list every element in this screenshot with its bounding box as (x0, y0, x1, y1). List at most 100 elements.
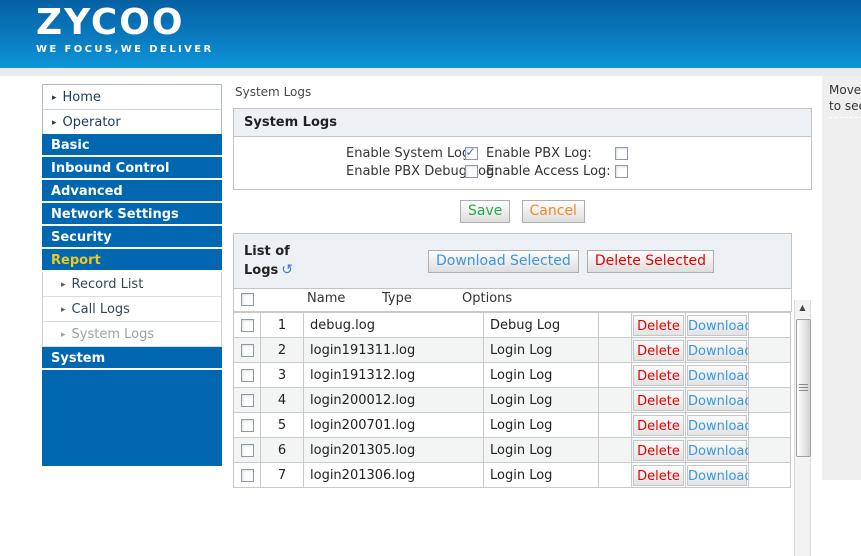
delete-button[interactable]: Delete (633, 389, 684, 411)
delete-button[interactable]: Delete (633, 364, 684, 386)
header-divider-strip (0, 68, 861, 76)
log-type: Debug Log (483, 312, 599, 338)
enable-system-log-checkbox[interactable] (464, 145, 478, 160)
chevron-right-icon: ▸ (61, 280, 66, 290)
list-of-logs-header: List of Logs ↺ Download Selected Delete S… (233, 233, 792, 289)
sidebar-item-report[interactable]: Report (42, 249, 222, 272)
download-button[interactable]: Download (687, 439, 748, 461)
logo-text: ZYCOO (36, 2, 185, 43)
panel-title: System Logs (234, 109, 811, 137)
sidebar-item-inbound-control[interactable]: Inbound Control (42, 157, 222, 180)
log-type: Login Log (483, 387, 599, 413)
delete-button[interactable]: Delete (633, 414, 684, 436)
table-row: 4 login200012.log Login Log Delete Downl… (233, 387, 791, 413)
download-selected-button[interactable]: Download Selected (428, 249, 579, 273)
row-number: 3 (260, 362, 304, 388)
spacer-cell (598, 312, 632, 338)
enable-pbx-debug-log-checkbox[interactable] (464, 165, 478, 178)
enable-access-log-checkbox[interactable] (614, 165, 628, 178)
log-settings-form: Enable System Log: Enable PBX Log: Enabl… (346, 145, 811, 179)
sidebar-item-basic[interactable]: Basic (42, 134, 222, 157)
sidebar-item-record-list[interactable]: ▸ Record List (42, 272, 222, 297)
system-logs-panel: System Logs Enable System Log: Enable PB… (233, 108, 812, 190)
title-line2: Logs (244, 263, 279, 278)
row-checkbox[interactable] (240, 343, 254, 357)
panel-body: Enable System Log: Enable PBX Log: Enabl… (234, 137, 811, 189)
enable-pbx-log-checkbox[interactable] (614, 147, 628, 160)
sidebar-item-network-settings[interactable]: Network Settings (42, 203, 222, 226)
table-row: 6 login201305.log Login Log Delete Downl… (233, 437, 791, 463)
table-row: 1 debug.log Debug Log Delete Download (233, 312, 791, 338)
log-type: Login Log (483, 462, 599, 488)
title-line1: List of (244, 244, 290, 259)
sidebar-item-system[interactable]: System (42, 347, 222, 370)
sidebar-item-label: Operator (62, 115, 121, 130)
filler-cell (748, 362, 791, 388)
chevron-right-icon: ▸ (52, 93, 57, 103)
spacer-cell (598, 362, 632, 388)
field-label: Enable PBX Log: (486, 146, 592, 161)
filler-cell (748, 462, 791, 488)
download-button[interactable]: Download (687, 339, 748, 361)
form-actions: Save Cancel (233, 200, 812, 223)
column-header-name: Name (307, 291, 346, 306)
log-type: Login Log (483, 362, 599, 388)
scrollbar-grip (799, 384, 808, 392)
cancel-button[interactable]: Cancel (521, 200, 585, 223)
column-header-type: Type (382, 291, 412, 306)
log-file-name: debug.log (303, 312, 484, 338)
download-button[interactable]: Download (687, 364, 748, 386)
sidebar-item-home[interactable]: ▸ Home (42, 84, 222, 109)
row-checkbox[interactable] (240, 418, 254, 432)
delete-button[interactable]: Delete (633, 314, 684, 336)
scroll-up-arrow-icon[interactable]: ▲ (795, 300, 810, 314)
row-number: 1 (260, 312, 304, 338)
table-row: 2 login191311.log Login Log Delete Downl… (233, 337, 791, 363)
row-number: 6 (260, 437, 304, 463)
refresh-icon[interactable]: ↺ (281, 262, 293, 278)
row-checkbox[interactable] (240, 393, 254, 407)
table-scrollbar[interactable]: ▲ (794, 300, 811, 556)
delete-button[interactable]: Delete (633, 339, 684, 361)
logs-table-header: Name Type Options (233, 289, 792, 312)
delete-button[interactable]: Delete (633, 464, 684, 486)
sidebar-menu: ▸ Home ▸ Operator Basic Inbound Control Ad… (42, 84, 222, 466)
save-button[interactable]: Save (460, 200, 511, 223)
help-line2: to see (829, 99, 861, 113)
breadcrumb: System Logs (235, 85, 312, 99)
delete-button[interactable]: Delete (633, 439, 684, 461)
log-type: Login Log (483, 337, 599, 363)
sidebar-item-system-logs[interactable]: ▸ System Logs (42, 322, 222, 347)
spacer-cell (598, 462, 632, 488)
top-banner: ZYCOO WE FOCUS,WE DELIVER (0, 0, 861, 68)
log-file-name: login191312.log (303, 362, 484, 388)
download-button[interactable]: Download (687, 389, 748, 411)
sidebar-item-call-logs[interactable]: ▸ Call Logs (42, 297, 222, 322)
table-row: 3 login191312.log Login Log Delete Downl… (233, 362, 791, 388)
filler-cell (748, 312, 791, 338)
row-checkbox[interactable] (240, 368, 254, 382)
sidebar-item-label: System Logs (71, 327, 155, 342)
sidebar-item-operator[interactable]: ▸ Operator (42, 109, 222, 134)
chevron-right-icon: ▸ (61, 305, 66, 315)
select-all-checkbox[interactable] (241, 293, 254, 306)
download-button[interactable]: Download (687, 464, 748, 486)
column-header-options: Options (462, 291, 513, 306)
scrollbar-thumb[interactable] (796, 319, 811, 457)
row-checkbox[interactable] (240, 443, 254, 457)
sidebar-item-advanced[interactable]: Advanced (42, 180, 222, 203)
sidebar-filler (42, 370, 222, 466)
sidebar-item-security[interactable]: Security (42, 226, 222, 249)
help-text: Move t to see (829, 82, 861, 118)
bulk-actions: Download Selected Delete Selected (428, 249, 714, 273)
logs-table-body: 1 debug.log Debug Log Delete Download 2 … (233, 312, 791, 488)
download-button[interactable]: Download (687, 414, 748, 436)
sidebar-item-label: Security (51, 230, 112, 245)
sidebar-item-label: Inbound Control (51, 161, 170, 176)
logo-tagline: WE FOCUS,WE DELIVER (36, 44, 214, 55)
row-checkbox[interactable] (240, 318, 254, 332)
log-file-name: login201306.log (303, 462, 484, 488)
delete-selected-button[interactable]: Delete Selected (586, 249, 714, 273)
download-button[interactable]: Download (687, 314, 748, 336)
chevron-right-icon: ▸ (61, 330, 66, 340)
